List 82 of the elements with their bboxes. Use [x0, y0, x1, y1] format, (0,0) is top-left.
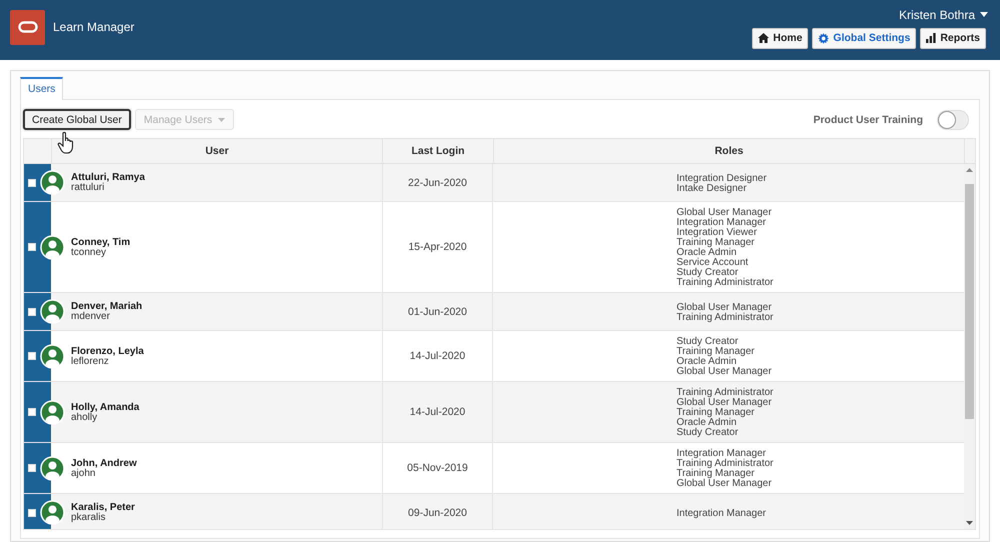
role: Global User Manager — [676, 366, 773, 377]
username: tconney — [71, 248, 106, 258]
action-button[interactable]: Create Global User — [23, 109, 131, 130]
role: Training Manager — [676, 407, 755, 418]
last-login: 05-Nov-2019 — [407, 462, 468, 474]
username: pkaralis — [71, 513, 106, 523]
nav-button[interactable]: Reports — [920, 28, 986, 48]
column-header: Roles — [493, 139, 964, 163]
role: Global User Manager — [676, 397, 773, 408]
role: Global User Manager — [676, 478, 773, 489]
app-title: Learn Manager — [53, 20, 134, 34]
nav-button[interactable]: Global Settings — [812, 28, 916, 48]
last-login: 01-Jun-2020 — [408, 306, 467, 318]
role: Training Administrator — [676, 458, 774, 469]
role: Service Account — [676, 257, 750, 268]
app-logo — [10, 10, 45, 44]
role: Study Creator — [676, 427, 740, 438]
user-name: Florenzo, Leyla — [71, 346, 144, 356]
user-name: Karalis, Peter — [71, 502, 135, 513]
caret-icon — [980, 12, 988, 17]
user-name: Attuluri, Ramya — [71, 172, 145, 183]
role: Integration Manager — [676, 508, 768, 518]
avatar-icon — [40, 170, 65, 195]
row-checkbox[interactable] — [28, 464, 36, 472]
tab[interactable]: Users — [20, 77, 64, 100]
row-checkbox[interactable] — [28, 308, 36, 316]
role: Training Manager — [676, 346, 756, 357]
row-checkbox[interactable] — [28, 243, 36, 251]
gear-icon — [818, 32, 830, 44]
row-checkbox[interactable] — [28, 508, 36, 516]
row-checkbox[interactable] — [28, 408, 36, 416]
last-login: 09-Jun-2020 — [408, 506, 467, 518]
username: aholly — [71, 412, 98, 422]
column-header: Last Login — [382, 139, 493, 163]
avatar-icon — [40, 456, 65, 480]
role: Oracle Admin — [676, 356, 737, 367]
row-checkbox[interactable] — [28, 178, 36, 186]
user-name: Conney, Tim — [71, 236, 130, 248]
role: Study Creator — [676, 336, 740, 347]
nav-button[interactable]: Home — [752, 28, 808, 48]
user-name: Denver, Mariah — [71, 301, 142, 312]
role: Training Administrator — [676, 312, 774, 322]
bar-chart-icon — [926, 33, 936, 43]
home-icon — [758, 33, 770, 43]
column-header: User — [51, 139, 382, 163]
role: Intake Designer — [676, 182, 747, 194]
last-login: 22-Jun-2020 — [408, 176, 467, 188]
username: mdenver — [71, 312, 111, 322]
role: Integration Manager — [676, 217, 766, 228]
role: Training Manager — [676, 468, 756, 479]
username: rattuluri — [71, 183, 106, 193]
scroll-down-icon[interactable] — [966, 521, 973, 525]
caret-icon — [218, 118, 226, 122]
last-login: 15-Apr-2020 — [408, 241, 467, 253]
username: leflorenz — [71, 356, 110, 366]
role: Integration Designer — [676, 172, 768, 184]
user-name: John, Andrew — [71, 458, 137, 468]
role: Oracle Admin — [676, 417, 737, 428]
role: Integration Viewer — [676, 227, 757, 238]
row-checkbox[interactable] — [28, 352, 36, 360]
role: Global User Manager — [676, 302, 773, 312]
toggle-switch[interactable] — [937, 110, 969, 130]
role: Training Administrator — [676, 387, 774, 398]
scroll-up-icon[interactable] — [966, 168, 973, 172]
toggle-label: Product User Training — [813, 114, 923, 126]
avatar-icon — [40, 299, 65, 324]
role: Training Administrator — [676, 277, 774, 288]
role: Training Manager — [676, 237, 756, 248]
user-menu[interactable]: Kristen Bothra — [898, 8, 988, 22]
username: ajohn — [71, 468, 96, 478]
last-login: 14-Jul-2020 — [410, 350, 466, 362]
role: Oracle Admin — [676, 247, 737, 258]
role: Study Creator — [676, 267, 738, 278]
avatar-icon — [40, 234, 65, 260]
role: Global User Manager — [676, 207, 773, 218]
role: Integration Manager — [676, 448, 766, 459]
avatar-icon — [40, 400, 65, 424]
avatar-icon — [40, 500, 65, 525]
scrollbar[interactable] — [964, 164, 975, 529]
last-login: 14-Jul-2020 — [410, 406, 466, 418]
user-name: Holly, Amanda — [71, 402, 140, 412]
avatar-icon — [40, 344, 65, 368]
